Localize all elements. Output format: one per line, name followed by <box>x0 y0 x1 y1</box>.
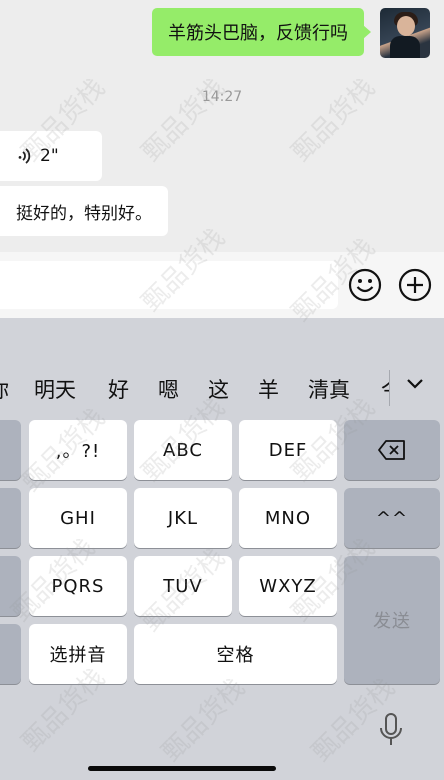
voice-message-bubble[interactable]: 2" <box>0 131 102 181</box>
abc-key[interactable]: ABC <box>134 420 232 480</box>
microphone-icon[interactable] <box>378 712 404 748</box>
candidate-word[interactable]: 嗯 <box>158 374 179 404</box>
message-timestamp: 14:27 <box>201 89 243 105</box>
left-column-key[interactable] <box>0 420 21 480</box>
user-avatar[interactable] <box>380 8 430 58</box>
select-pinyin-key[interactable]: 选拼音 <box>29 624 127 684</box>
candidate-word[interactable]: 羊 <box>258 374 279 404</box>
emoticon-key[interactable]: ^^ <box>344 488 440 548</box>
jkl-key[interactable]: JKL <box>134 488 232 548</box>
left-column-key[interactable] <box>0 556 21 616</box>
candidate-word[interactable]: 这 <box>208 374 229 404</box>
avatar-head <box>397 16 415 36</box>
message-input[interactable] <box>0 261 338 309</box>
smiley-icon[interactable] <box>348 268 382 302</box>
home-indicator[interactable] <box>88 766 276 771</box>
candidate-word[interactable]: 清真 <box>308 374 350 404</box>
avatar-body <box>390 36 420 58</box>
left-column-key[interactable] <box>0 488 21 548</box>
space-key[interactable]: 空格 <box>134 624 337 684</box>
chat-area: 羊筋头巴脑，反馈行吗 14:27 2" 挺好的，特别好。 <box>0 0 444 252</box>
candidate-divider <box>389 370 390 406</box>
voice-wave-icon <box>18 148 31 164</box>
wxyz-key[interactable]: WXYZ <box>239 556 337 616</box>
send-key[interactable]: 发送 <box>344 556 440 684</box>
candidate-bar: 你 明天 好 嗯 这 羊 清真 今 <box>0 358 444 418</box>
backspace-icon <box>378 440 405 460</box>
incoming-message-bubble[interactable]: 挺好的，特别好。 <box>0 186 168 236</box>
candidate-word[interactable]: 明天 <box>34 374 76 404</box>
candidate-word[interactable]: 好 <box>108 374 129 404</box>
delete-key[interactable] <box>344 420 440 480</box>
plus-circle-icon[interactable] <box>398 268 432 302</box>
mno-key[interactable]: MNO <box>239 488 337 548</box>
pqrs-key[interactable]: PQRS <box>29 556 127 616</box>
tuv-key[interactable]: TUV <box>134 556 232 616</box>
def-key[interactable]: DEF <box>239 420 337 480</box>
candidate-word[interactable]: 你 <box>0 374 9 404</box>
voice-duration: 2" <box>40 146 59 166</box>
outgoing-message-bubble[interactable]: 羊筋头巴脑，反馈行吗 <box>152 8 371 56</box>
chevron-down-icon[interactable] <box>404 373 426 395</box>
candidate-word[interactable]: 今 <box>381 374 389 404</box>
input-bar <box>0 252 444 318</box>
ghi-key[interactable]: GHI <box>29 488 127 548</box>
left-column-key[interactable] <box>0 624 21 684</box>
punctuation-key[interactable]: ,。?! <box>29 420 127 480</box>
keyboard: 你 明天 好 嗯 这 羊 清真 今 <box>0 318 444 780</box>
